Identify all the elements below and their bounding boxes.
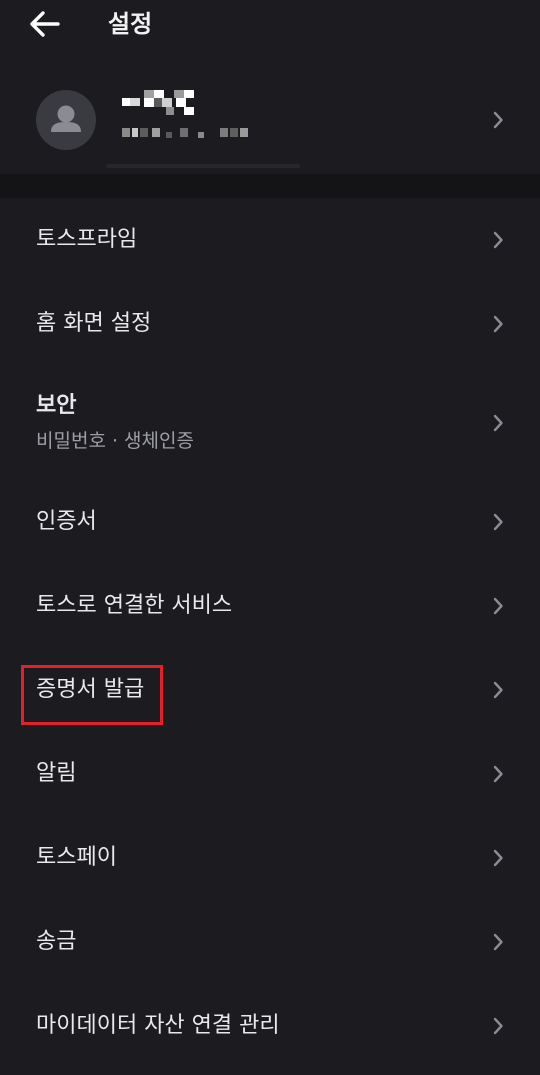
menu-item-label: 송금 [36,929,77,954]
chevron-right-icon [493,597,503,615]
profile-row[interactable] [0,72,540,172]
page-title: 설정 [108,10,153,38]
menu-item-home-screen[interactable]: 홈 화면 설정 [0,282,540,366]
menu-item-label: 홈 화면 설정 [36,311,152,336]
menu-item-toss-pay[interactable]: 토스페이 [0,816,540,900]
chevron-right-icon [493,513,503,531]
blurred-name [122,90,194,115]
chevron-right-icon [493,765,503,783]
chevron-right-icon [493,111,503,129]
menu-item-certificate-issuance[interactable]: 증명서 발급 [0,648,540,732]
menu-item-sublabel: 비밀번호 · 생체인증 [36,430,194,452]
back-button[interactable] [24,6,64,42]
top-bar: 설정 [0,0,540,50]
menu-item-label: 인증서 [36,509,97,534]
chevron-right-icon [493,315,503,333]
arrow-left-icon [30,11,60,37]
menu-item-transfer[interactable]: 송금 [0,900,540,984]
menu-item-label: 토스로 연결한 서비스 [36,593,233,618]
menu-item-label: 토스프라임 [36,227,138,252]
chevron-right-icon [493,414,503,432]
menu-item-connected-services[interactable]: 토스로 연결한 서비스 [0,564,540,648]
chevron-right-icon [493,933,503,951]
menu-item-label: 알림 [36,761,77,786]
person-icon [51,105,81,132]
chevron-right-icon [493,681,503,699]
menu-item-label: 마이데이터 자산 연결 관리 [36,1013,280,1038]
chevron-right-icon [493,1017,503,1035]
menu-item-label: 증명서 발급 [36,677,145,702]
profile-underline [106,164,300,168]
menu-item-certificate[interactable]: 인증서 [0,480,540,564]
chevron-right-icon [493,849,503,867]
chevron-right-icon [493,231,503,249]
avatar [36,90,96,150]
menu-item-security[interactable]: 보안 비밀번호 · 생체인증 [0,366,540,480]
menu-item-notifications[interactable]: 알림 [0,732,540,816]
menu-item-mydata[interactable]: 마이데이터 자산 연결 관리 [0,984,540,1068]
menu-item-label: 보안 [36,393,77,418]
menu-item-label: 토스페이 [36,845,117,870]
section-divider [0,174,540,198]
blurred-account [122,128,248,138]
menu-item-toss-prime[interactable]: 토스프라임 [0,198,540,282]
